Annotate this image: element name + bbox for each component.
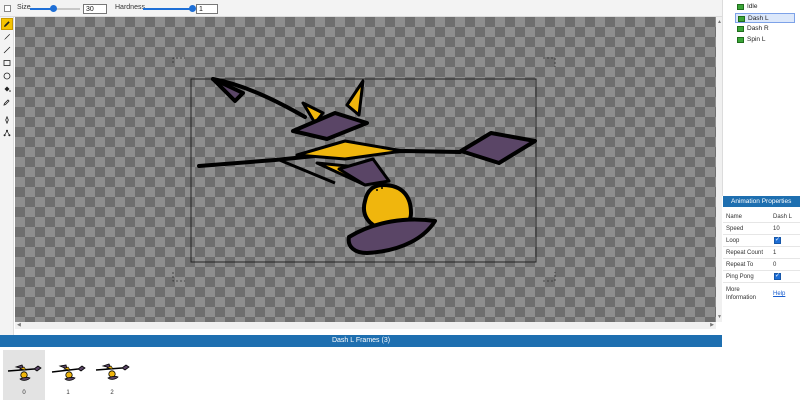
size-input[interactable] (83, 4, 107, 14)
pencil-tool-button[interactable] (1, 18, 13, 30)
frame-preview (7, 364, 42, 381)
hardness-input[interactable] (196, 4, 218, 14)
repeat-count-value[interactable]: 1 (773, 250, 776, 256)
property-row-more-info: More Information Help (723, 283, 800, 305)
property-row-repeat-count: Repeat Count 1 (723, 247, 800, 259)
move-point-tool-button[interactable] (1, 114, 13, 126)
animation-item-label: Spin L (747, 36, 766, 43)
size-label: Size (17, 4, 31, 11)
brush-icon (4, 34, 10, 40)
frame-thumbnail[interactable]: 2 (91, 350, 133, 400)
animation-list: Idle Dash L Dash R Spin L (722, 0, 800, 196)
sprite-purple-fan (346, 217, 437, 255)
scroll-right-icon[interactable]: ▶ (710, 322, 714, 328)
frames-strip: 0 1 2 (0, 347, 722, 403)
frame-preview (51, 364, 86, 381)
property-label: Speed (726, 226, 744, 232)
pencil-icon (4, 21, 10, 27)
loop-checkbox[interactable]: ✓ (774, 237, 781, 244)
properties-header: Animation Properties (723, 196, 800, 207)
frame-number: 0 (22, 390, 26, 396)
ellipse-tool-button[interactable] (1, 70, 13, 82)
animation-icon (737, 4, 744, 10)
ping-pong-checkbox[interactable]: ✓ (774, 273, 781, 280)
size-slider-thumb[interactable] (50, 5, 57, 12)
move-point-icon (5, 116, 9, 124)
brush-tool-button[interactable] (1, 31, 13, 43)
frame-thumbnail[interactable]: 0 (3, 350, 45, 400)
property-label: Ping Pong (726, 274, 754, 280)
scroll-down-icon[interactable]: ▼ (717, 314, 722, 320)
fill-tool-button[interactable] (1, 83, 13, 95)
line-tool-button[interactable] (1, 44, 13, 56)
node-tool-button[interactable] (1, 127, 13, 139)
tool-palette (0, 17, 14, 335)
hardness-slider-thumb[interactable] (189, 5, 196, 12)
sprite-editor-window: Size Hardness (0, 0, 800, 403)
property-row-repeat-to: Repeat To 0 (723, 259, 800, 271)
animation-item-dash-l[interactable]: Dash L (735, 13, 795, 23)
size-slider[interactable] (30, 5, 80, 12)
property-label: Name (726, 214, 743, 220)
rectangle-icon (3, 60, 11, 66)
brush-toolbar: Size Hardness (0, 0, 722, 17)
property-row-speed: Speed 10 (723, 223, 800, 235)
animation-item-idle[interactable]: Idle (735, 2, 795, 12)
property-label: More Information (726, 287, 757, 301)
node-icon (3, 129, 11, 137)
animation-icon (737, 37, 744, 43)
eyedropper-icon (3, 99, 10, 106)
animation-item-label: Dash R (747, 25, 769, 32)
hardness-slider[interactable] (143, 5, 196, 12)
animation-icon (737, 26, 744, 32)
frame-number: 2 (110, 390, 114, 396)
ellipse-icon (3, 72, 11, 80)
horizontal-scrollbar[interactable]: ◀ ▶ (15, 322, 716, 329)
frame-preview (95, 363, 130, 380)
property-label: Repeat To (726, 262, 754, 268)
eyedropper-tool-button[interactable] (1, 96, 13, 108)
frames-header: Dash L Frames (3) (0, 335, 722, 347)
property-row-ping-pong: Ping Pong ✓ (723, 271, 800, 283)
animation-properties-panel: Name Dash L Speed 10 Loop ✓ Repeat Count… (723, 207, 800, 403)
animation-item-dash-r[interactable]: Dash R (735, 24, 795, 34)
hardness-label: Hardness (115, 4, 145, 11)
repeat-to-value[interactable]: 0 (773, 262, 776, 268)
frame-number: 1 (66, 390, 70, 396)
drawing-canvas[interactable] (15, 17, 716, 322)
property-row-loop: Loop ✓ (723, 235, 800, 247)
help-link[interactable]: Help (773, 291, 785, 297)
name-value[interactable]: Dash L (773, 214, 792, 220)
sprite-drawing (172, 57, 556, 282)
animation-item-spin-l[interactable]: Spin L (735, 35, 795, 45)
animation-item-label: Dash L (748, 15, 769, 22)
fill-bucket-icon (4, 86, 11, 92)
line-icon (3, 46, 11, 54)
rectangle-tool-button[interactable] (1, 57, 13, 69)
property-label: Repeat Count (726, 250, 764, 256)
sprite-purple-tip-right (459, 131, 537, 165)
animation-item-label: Idle (747, 3, 758, 10)
property-row-name: Name Dash L (723, 211, 800, 223)
frame-thumbnail[interactable]: 1 (47, 350, 89, 400)
property-label: Loop (726, 238, 740, 244)
animation-icon (738, 16, 745, 22)
speed-value[interactable]: 10 (773, 226, 780, 232)
toolbar-checkbox[interactable] (4, 5, 11, 12)
scroll-left-icon[interactable]: ◀ (17, 322, 21, 328)
